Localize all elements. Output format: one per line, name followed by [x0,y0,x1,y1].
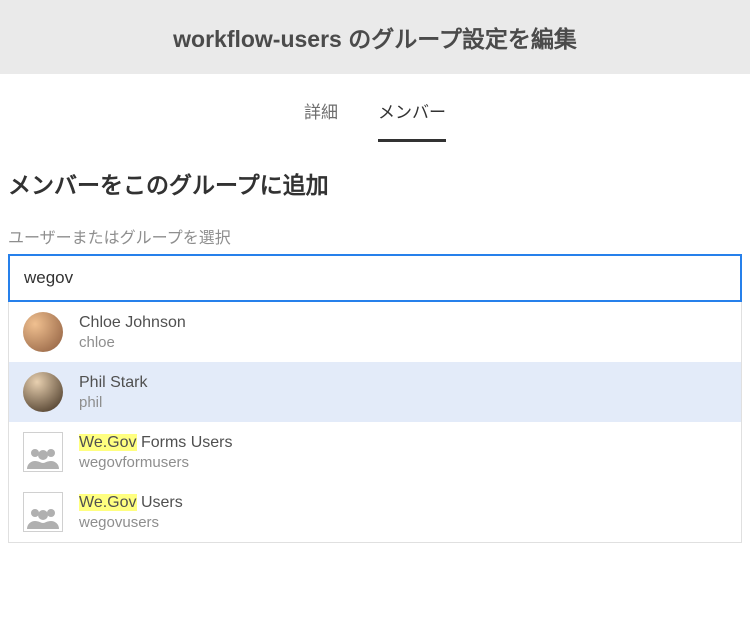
list-item[interactable]: We.Gov Forms Users wegovformusers [9,422,741,482]
item-text: We.Gov Forms Users wegovformusers [79,434,233,471]
dialog-header: workflow-users のグループ設定を編集 [0,0,750,74]
dialog-title: workflow-users のグループ設定を編集 [0,20,750,54]
tab-details[interactable]: 詳細 [304,98,338,142]
item-text: Chloe Johnson chloe [79,314,186,351]
item-sub: wegovusers [79,514,183,531]
members-section: メンバーをこのグループに追加 ユーザーまたはグループを選択 Chloe John… [0,142,750,302]
search-input[interactable] [8,254,742,302]
item-sub: phil [79,394,147,411]
tab-members[interactable]: メンバー [378,98,446,142]
item-name: Phil Stark [79,374,147,392]
section-title: メンバーをこのグループに追加 [8,166,742,200]
tabs: 詳細 メンバー [0,74,750,142]
search-label: ユーザーまたはグループを選択 [8,224,742,248]
search-wrap: Chloe Johnson chloe Phil Stark phil We.G… [8,254,742,302]
list-item[interactable]: Chloe Johnson chloe [9,302,741,362]
item-name: We.Gov Users [79,494,183,512]
item-sub: wegovformusers [79,454,233,471]
item-sub: chloe [79,334,186,351]
avatar [23,372,63,412]
group-icon [23,432,63,472]
item-text: We.Gov Users wegovusers [79,494,183,531]
item-name: We.Gov Forms Users [79,434,233,452]
item-name: Chloe Johnson [79,314,186,332]
avatar [23,312,63,352]
list-item[interactable]: We.Gov Users wegovusers [9,482,741,542]
list-item[interactable]: Phil Stark phil [9,362,741,422]
group-icon [23,492,63,532]
autocomplete-dropdown: Chloe Johnson chloe Phil Stark phil We.G… [8,302,742,543]
item-text: Phil Stark phil [79,374,147,411]
